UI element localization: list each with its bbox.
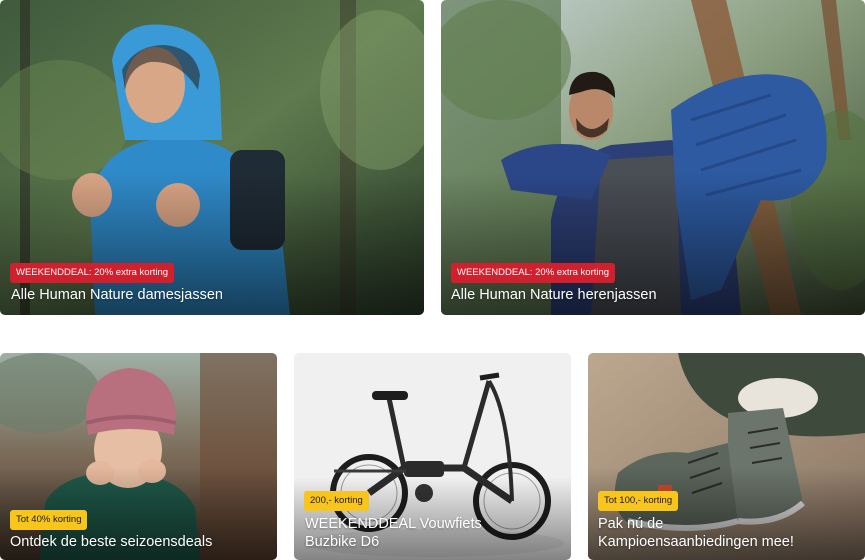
card-title-line-2[interactable]: Buzbike D6 [305,534,379,551]
discount-badge: Tot 100,- korting [598,491,679,511]
card-title[interactable]: Alle Human Nature herenjassen [451,287,657,304]
promo-card-womens-jackets[interactable]: WEEKENDDEAL: 20% extra korting Alle Huma… [0,0,424,315]
discount-badge: Tot 40% korting [10,510,88,530]
card-title[interactable]: Alle Human Nature damesjassen [11,287,223,304]
card-title-line-2[interactable]: Kampioensaanbiedingen mee! [598,534,794,551]
discount-badge: WEEKENDDEAL: 20% extra korting [10,263,175,283]
card-title-line-1[interactable]: Pak nú de [598,516,663,533]
discount-badge: 200,- korting [304,491,369,511]
promo-card-mens-jackets[interactable]: WEEKENDDEAL: 20% extra korting Alle Huma… [441,0,865,315]
discount-badge: WEEKENDDEAL: 20% extra korting [451,263,616,283]
promo-card-folding-bike[interactable]: 200,- korting WEEKENDDEAL Vouwfiets Buzb… [294,353,571,560]
card-title[interactable]: Ontdek de beste seizoensdeals [10,534,212,551]
card-title-line-1[interactable]: WEEKENDDEAL Vouwfiets [305,516,482,533]
promo-card-seasonal-deals[interactable]: Tot 40% korting Ontdek de beste seizoens… [0,353,277,560]
promo-card-hiking-boots[interactable]: Tot 100,- korting Pak nú de Kampioensaan… [588,353,865,560]
